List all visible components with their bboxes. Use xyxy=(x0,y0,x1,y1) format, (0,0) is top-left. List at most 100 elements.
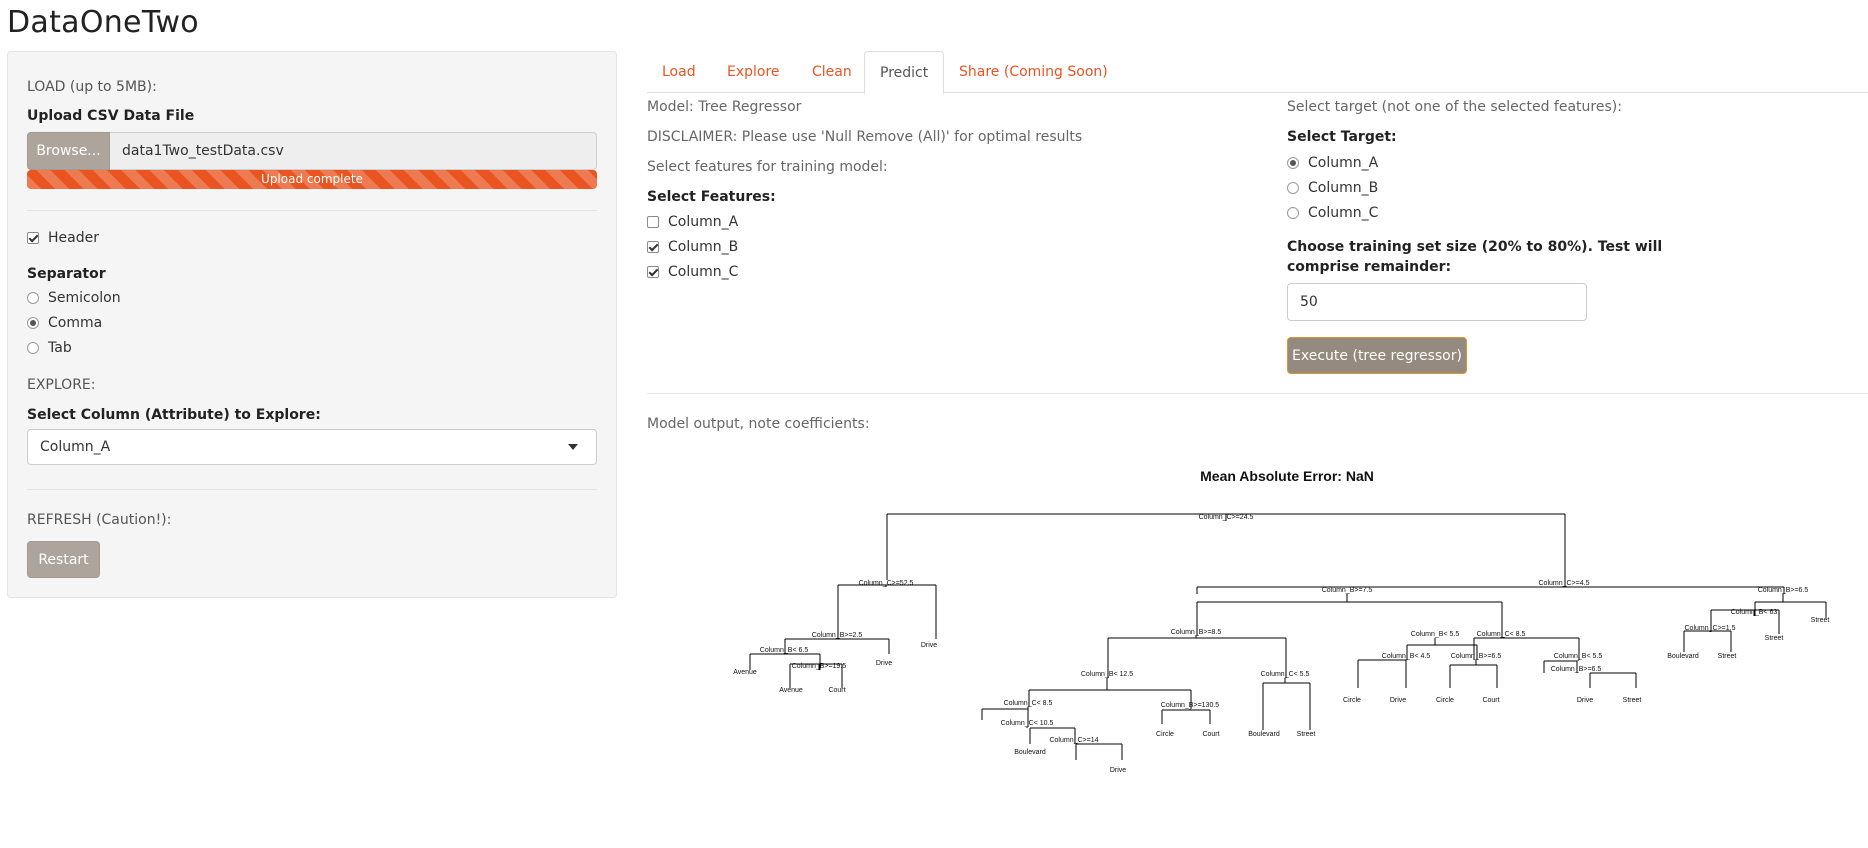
tree-leaf-label: Street xyxy=(1811,617,1830,624)
target-radio-column-b[interactable] xyxy=(1287,182,1299,194)
tree-split-label: Column_B>=6.5 xyxy=(1451,653,1502,660)
tree-leaf-label: Street xyxy=(1297,731,1316,738)
main-tabs: Load Explore Clean Predict Share (Coming… xyxy=(647,51,1868,94)
tree-split-label: Column_C>=24.5 xyxy=(1199,514,1254,521)
tree-split-label: Column_B< 4.5 xyxy=(1382,653,1431,660)
upload-label: Upload CSV Data File xyxy=(27,108,195,124)
radio-label: Semicolon xyxy=(48,290,121,306)
header-checkbox-label: Header xyxy=(48,230,99,246)
radio-tab[interactable] xyxy=(27,342,39,354)
target-radio-column-c[interactable] xyxy=(1287,207,1299,219)
tree-leaf-label: Drive xyxy=(921,642,937,649)
target-prompt: Select target (not one of the selected f… xyxy=(1287,99,1622,115)
target-label: Select Target: xyxy=(1287,129,1397,145)
tree-split-label: Column_C< 8.5 xyxy=(1477,631,1526,638)
tree-split-label: Column_B< 5.5 xyxy=(1411,631,1460,638)
target-label: Column_C xyxy=(1308,205,1379,221)
tree-leaf-label: Court xyxy=(828,687,845,694)
app-title: DataOneTwo xyxy=(7,5,199,40)
tree-leaf-label: Drive xyxy=(876,660,892,667)
train-size-label-line1: Choose training set size (20% to 80%). T… xyxy=(1287,239,1663,255)
features-prompt: Select features for training model: xyxy=(647,159,888,175)
feature-column-c-row[interactable]: Column_C xyxy=(647,264,738,280)
radio-semicolon[interactable] xyxy=(27,292,39,304)
file-name-field[interactable]: data1Two_testData.csv xyxy=(110,132,597,170)
target-radio-column-a[interactable] xyxy=(1287,157,1299,169)
header-checkbox[interactable] xyxy=(27,232,39,244)
radio-comma[interactable] xyxy=(27,317,39,329)
refresh-heading: REFRESH (Caution!): xyxy=(27,512,172,528)
explore-select-value: Column_A xyxy=(40,439,111,455)
train-size-label-line2: comprise remainder: xyxy=(1287,259,1452,275)
feature-label: Column_B xyxy=(668,239,739,255)
feature-column-b-row[interactable]: Column_B xyxy=(647,239,738,255)
model-output-label: Model output, note coefficients: xyxy=(647,416,870,432)
tree-split-label: Column_C< 10.5 xyxy=(1001,720,1054,727)
restart-button[interactable]: Restart xyxy=(27,541,100,578)
divider xyxy=(647,393,1868,394)
tree-labels: Column_C>=24.5 Column_C>=52.5 Column_C>=4.… xyxy=(733,514,1829,774)
target-label: Column_A xyxy=(1308,155,1379,171)
tree-split-label: Column_C>=52.5 xyxy=(859,580,914,587)
separator-option-comma[interactable]: Comma xyxy=(27,315,102,331)
tree-split-label: Column_B< 6.5 xyxy=(760,647,809,654)
tree-split-label: Column_B< 12.5 xyxy=(1081,671,1133,678)
target-column-c-row[interactable]: Column_C xyxy=(1287,205,1378,221)
tab-explore[interactable]: Explore xyxy=(712,51,795,93)
feature-label: Column_C xyxy=(668,264,739,280)
tree-leaf-label: Boulevard xyxy=(1248,731,1280,738)
tree-split-label: Column_C>=4.5 xyxy=(1539,580,1590,587)
separator-option-semicolon[interactable]: Semicolon xyxy=(27,290,121,306)
feature-checkbox-column-b[interactable] xyxy=(647,241,659,253)
tree-split-label: Column_B< 5.5 xyxy=(1554,653,1603,660)
load-heading: LOAD (up to 5MB): xyxy=(27,79,157,95)
tree-split-label: Column_B>=19.5 xyxy=(792,663,847,670)
tree-split-label: Column_C< 5.5 xyxy=(1261,671,1310,678)
tree-leaf-label: Avenue xyxy=(733,669,757,676)
tab-load[interactable]: Load xyxy=(647,51,711,93)
model-text: Model: Tree Regressor xyxy=(647,99,802,115)
target-column-b-row[interactable]: Column_B xyxy=(1287,180,1378,196)
feature-column-a-row[interactable]: Column_A xyxy=(647,214,738,230)
feature-label: Column_A xyxy=(668,214,739,230)
tree-leaf-label: Drive xyxy=(1577,697,1593,704)
tree-title: Mean Absolute Error: NaN xyxy=(1200,468,1374,484)
divider xyxy=(27,210,597,211)
feature-checkbox-column-c[interactable] xyxy=(647,266,659,278)
radio-label: Tab xyxy=(48,340,72,356)
target-column-a-row[interactable]: Column_A xyxy=(1287,155,1378,171)
explore-column-select[interactable]: Column_A xyxy=(27,429,597,465)
tree-leaf-label: Street xyxy=(1765,635,1784,642)
target-label: Column_B xyxy=(1308,180,1379,196)
tree-leaf-label: Circle xyxy=(1436,697,1454,704)
tree-split-label: Column_B>=2.5 xyxy=(812,632,863,639)
tree-leaf-label: Street xyxy=(1623,697,1642,704)
tree-leaf-label: Boulevard xyxy=(1667,653,1699,660)
tree-split-label: Column_B>=130.5 xyxy=(1161,702,1219,709)
tab-share[interactable]: Share (Coming Soon) xyxy=(944,51,1123,93)
tree-leaf-label: Street xyxy=(1718,653,1737,660)
explore-heading: EXPLORE: xyxy=(27,377,96,393)
tree-leaf-label: Drive xyxy=(1110,767,1126,774)
browse-button[interactable]: Browse... xyxy=(27,132,110,170)
tab-predict[interactable]: Predict xyxy=(864,51,945,94)
tree-split-label: Column_B>=7.5 xyxy=(1322,587,1373,594)
features-label: Select Features: xyxy=(647,189,776,205)
tree-leaf-label: Drive xyxy=(1390,697,1406,704)
tree-split-label: Column_C>=14 xyxy=(1049,737,1098,744)
feature-checkbox-column-a[interactable] xyxy=(647,216,659,228)
separator-option-tab[interactable]: Tab xyxy=(27,340,72,356)
tree-leaf-label: Circle xyxy=(1156,731,1174,738)
tree-leaf-label: Court xyxy=(1202,731,1219,738)
upload-progress-bar: Upload complete xyxy=(27,170,597,189)
tree-leaf-label: Avenue xyxy=(779,687,803,694)
tab-clean[interactable]: Clean xyxy=(797,51,867,93)
train-size-input[interactable]: 50 xyxy=(1287,283,1587,321)
separator-label: Separator xyxy=(27,266,106,282)
tree-split-label: Column_C< 8.5 xyxy=(1004,700,1053,707)
tree-split-label: Column_B< 63 xyxy=(1731,609,1778,616)
execute-button[interactable]: Execute (tree regressor) xyxy=(1287,337,1467,374)
tree-split-label: Column_B>=8.5 xyxy=(1171,629,1222,636)
header-checkbox-row[interactable]: Header xyxy=(27,230,99,246)
tree-split-label: Column_B>=6.5 xyxy=(1551,666,1602,673)
